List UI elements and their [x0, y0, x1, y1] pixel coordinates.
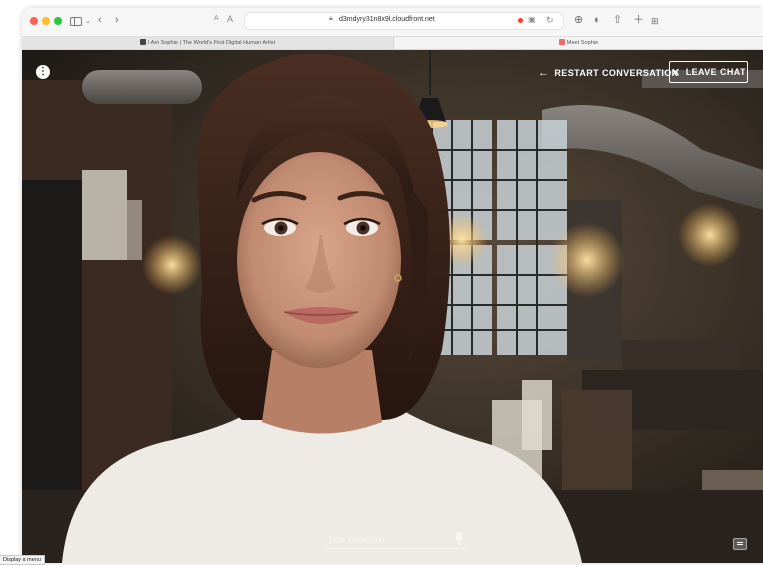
font-larger-button[interactable]: A	[227, 14, 233, 24]
microphone-icon[interactable]	[456, 532, 462, 545]
recording-indicator-icon	[518, 18, 523, 23]
extension-icon[interactable]: ▣	[528, 15, 536, 24]
leave-chat-label: LEAVE CHAT	[685, 67, 746, 77]
menu-button[interactable]: ⋮	[36, 65, 50, 79]
tab-bar: I Am Sophie | The World's First Digital …	[22, 36, 763, 50]
zoom-window-button[interactable]	[54, 17, 62, 25]
new-tab-icon[interactable]: ＋	[633, 13, 644, 27]
tab-i-am-sophie[interactable]: I Am Sophie | The World's First Digital …	[22, 37, 394, 49]
browser-toolbar: ⌄ ‹ › A A 🔒︎ d3mdyry31n8x9l.cloudfront.n…	[22, 8, 763, 34]
site-favicon-icon	[558, 39, 565, 45]
sidebar-toggle-icon[interactable]	[70, 17, 82, 26]
tab-overview-icon[interactable]: ⊞	[651, 14, 659, 28]
close-window-button[interactable]	[30, 17, 38, 25]
tab-title: I Am Sophie | The World's First Digital …	[147, 40, 276, 46]
reload-icon[interactable]: ↻	[546, 15, 554, 26]
back-arrow-icon[interactable]: ‹	[98, 13, 102, 27]
browser-window: ⌄ ‹ › A A 🔒︎ d3mdyry31n8x9l.cloudfront.n…	[22, 8, 763, 563]
privacy-shield-icon[interactable]: ◐	[594, 13, 601, 27]
forward-arrow-icon[interactable]: ›	[115, 13, 119, 27]
chevron-down-icon[interactable]: ⌄	[85, 15, 91, 29]
tooltip: Display a menu	[0, 555, 45, 565]
lock-icon: 🔒︎	[329, 15, 333, 22]
digital-human-viewport: ⋮ ← RESTART CONVERSATION ✕ LEAVE CHAT	[22, 50, 763, 563]
chat-text-input[interactable]	[326, 530, 450, 548]
chat-input-area	[326, 530, 466, 549]
address-url: d3mdyry31n8x9l.cloudfront.net	[339, 16, 435, 23]
share-icon[interactable]: ⇧	[613, 13, 622, 27]
close-icon: ✕	[671, 66, 681, 79]
font-smaller-button[interactable]: A	[214, 15, 219, 22]
tab-title: Meet Sophie	[566, 40, 599, 46]
tab-meet-sophie[interactable]: Meet Sophie	[394, 37, 763, 49]
studio-scene-image	[22, 50, 763, 563]
site-favicon-icon	[139, 39, 146, 45]
address-bar[interactable]: 🔒︎ d3mdyry31n8x9l.cloudfront.net ▣ ↻	[244, 12, 564, 30]
leave-chat-button[interactable]: ✕ LEAVE CHAT	[669, 61, 748, 83]
more-vertical-icon: ⋮	[38, 66, 48, 77]
restart-conversation-button[interactable]: ← RESTART CONVERSATION	[538, 64, 679, 82]
restart-conversation-label: RESTART CONVERSATION	[554, 68, 679, 78]
minimize-window-button[interactable]	[42, 17, 50, 25]
download-icon[interactable]: ⊕	[574, 13, 583, 27]
transcript-toggle-button[interactable]	[733, 538, 747, 550]
arrow-left-icon: ←	[538, 67, 550, 79]
